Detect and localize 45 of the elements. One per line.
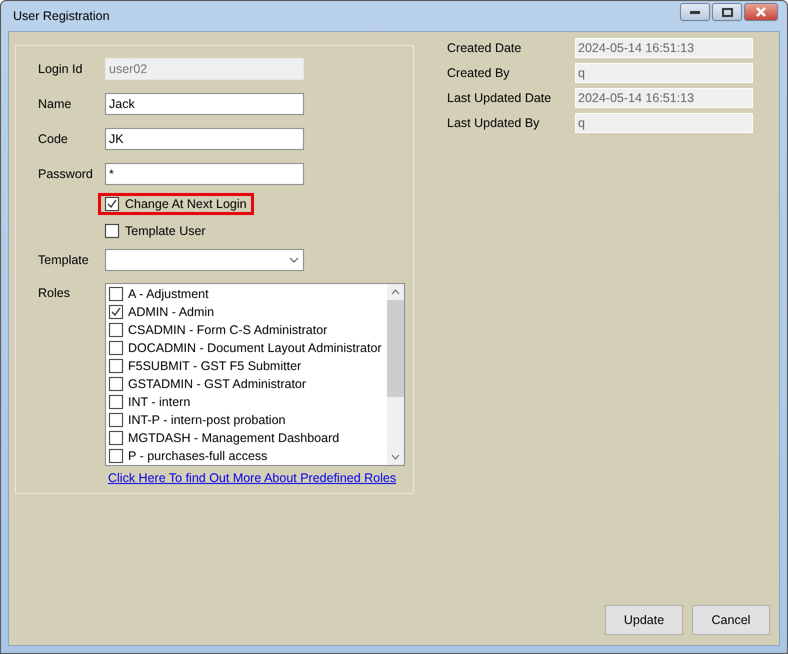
text-field[interactable]: * [105,163,304,185]
text-field[interactable]: Jack [105,93,304,115]
close-icon [755,7,767,17]
role-item[interactable]: P - purchases-full access [109,447,387,465]
field-label: Last Updated Date [447,91,552,105]
field-label: Created By [447,66,511,80]
field-label: Created Date [447,41,522,55]
checkbox[interactable]: Template User [98,223,213,239]
role-item[interactable]: INT-P - intern-post probation [109,411,387,429]
check-icon [111,307,121,317]
role-item[interactable]: GSTADMIN - GST Administrator [109,375,387,393]
field-label: Password [38,167,94,181]
role-item[interactable]: A - Adjustment [109,285,387,303]
field-label: Code [38,132,69,146]
minimize-icon [690,10,700,14]
readonly-field: 2024-05-14 16:51:13 [575,38,753,58]
close-button[interactable] [744,3,778,21]
field-label: Template [38,253,90,267]
readonly-field: 2024-05-14 16:51:13 [575,88,753,108]
role-item[interactable]: F5SUBMIT - GST F5 Submitter [109,357,387,375]
role-item[interactable]: MGTDASH - Management Dashboard [109,429,387,447]
field-label: Login Id [38,62,84,76]
field-label: Roles [38,286,71,300]
maximize-button[interactable] [712,3,742,21]
text-field[interactable]: JK [105,128,304,150]
check-icon [107,199,117,209]
scrollbar[interactable] [387,284,404,465]
cancel-button[interactable]: Cancel [692,605,770,635]
highlighted-checkbox[interactable]: Change At Next Login [98,193,254,215]
field-label: Name [38,97,72,111]
role-item[interactable]: CSADMIN - Form C-S Administrator [109,321,387,339]
readonly-field: q [575,63,753,83]
field-label: Last Updated By [447,116,540,130]
role-item[interactable]: INT - intern [109,393,387,411]
roles-help-link[interactable]: Click Here To find Out More About Predefined Roles [108,471,413,485]
chevron-down-icon [289,257,299,263]
update-button[interactable]: Update [605,605,683,635]
minimize-button[interactable] [680,3,710,21]
role-item[interactable]: ADMIN - Admin [109,303,387,321]
maximize-icon [722,8,732,16]
scrollbar-thumb[interactable] [387,300,404,397]
template-dropdown[interactable] [105,249,304,271]
readonly-field: q [575,113,753,133]
role-item[interactable]: DOCADMIN - Document Layout Administrator [109,339,387,357]
window-title: User Registration [13,9,110,23]
